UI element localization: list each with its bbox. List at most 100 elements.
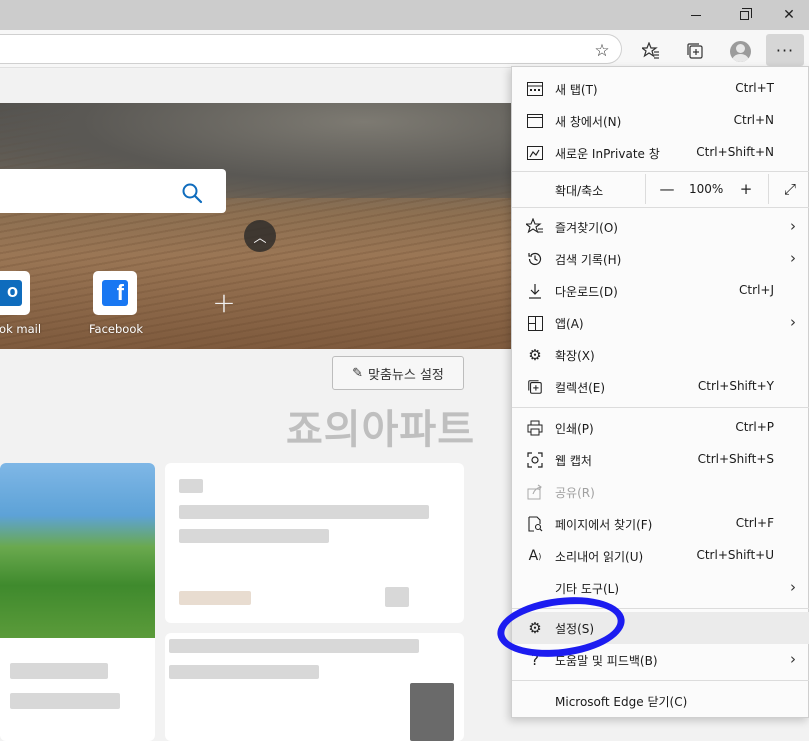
menu-item-label: 소리내어 읽기(U) [555, 550, 644, 564]
menu-item-web-capture[interactable]: 웹 캡처 Ctrl+Shift+S [512, 444, 809, 476]
menu-item-label: 검색 기록(H) [555, 253, 622, 267]
menu-item-apps[interactable]: 앱(A) › [512, 307, 809, 339]
background-image: ︿ O ook mail f Facebook + [0, 103, 520, 349]
menu-item-history[interactable]: 검색 기록(H) › [512, 243, 809, 275]
blurred-text [179, 591, 251, 605]
blurred-text [179, 529, 329, 543]
chevron-up-icon: ︿ [253, 230, 267, 246]
menu-item-label: 웹 캡처 [555, 454, 592, 468]
menu-item-downloads[interactable]: 다운로드(D) Ctrl+J [512, 275, 809, 307]
menu-divider [512, 207, 809, 208]
news-card[interactable] [165, 463, 464, 623]
read-aloud-icon: A) [528, 548, 542, 564]
menu-item-print[interactable]: 인쇄(P) Ctrl+P [512, 412, 809, 444]
menu-item-collections[interactable]: 컬렉션(E) Ctrl+Shift+Y [512, 371, 809, 403]
close-button[interactable]: ✕ [766, 0, 809, 30]
history-icon [525, 249, 545, 269]
restore-icon [739, 7, 752, 20]
menu-item-new-window[interactable]: 새 창에서(N) Ctrl+N [512, 105, 809, 137]
facebook-logo-icon: f [102, 280, 128, 306]
restore-button[interactable] [721, 0, 767, 30]
menu-item-close-edge[interactable]: Microsoft Edge 닫기(C) [512, 685, 809, 717]
menu-item-shortcut: Ctrl+Shift+U [696, 548, 774, 562]
menu-item-label: 확장(X) [555, 349, 595, 363]
menu-item-shortcut: Ctrl+Shift+Y [697, 379, 774, 393]
blurred-text [169, 639, 419, 653]
menu-item-label: Microsoft Edge 닫기(C) [555, 695, 688, 709]
blurred-image [410, 683, 454, 741]
personalize-news-label: 맞춤뉴스 설정 [368, 367, 444, 383]
menu-item-shortcut: Ctrl+T [735, 81, 774, 95]
search-icon[interactable] [181, 182, 203, 204]
printer-icon [525, 418, 545, 438]
menu-item-extensions[interactable]: ⚙ 확장(X) [512, 339, 809, 371]
zoom-divider [645, 174, 646, 204]
new-tab-icon [525, 79, 545, 99]
menu-item-read-aloud[interactable]: A) 소리내어 읽기(U) Ctrl+Shift+U [512, 540, 809, 572]
favorites-icon[interactable] [637, 38, 665, 64]
zoom-divider [768, 174, 769, 204]
pencil-icon: ✎ [352, 365, 363, 381]
menu-item-label: 새 창에서(N) [555, 115, 622, 129]
watermark: 죠의아파트 [286, 407, 475, 453]
settings-and-more-button[interactable]: ··· [766, 34, 804, 66]
favorites-list-icon [642, 42, 659, 59]
address-bar[interactable] [0, 34, 622, 64]
web-capture-icon [525, 450, 545, 470]
menu-item-inprivate-window[interactable]: 새로운 InPrivate 창 Ctrl+Shift+N [512, 137, 809, 169]
fullscreen-expand-icon: ⤢ [783, 180, 796, 198]
menu-item-label: 인쇄(P) [555, 422, 594, 436]
menu-item-label: 컬렉션(E) [555, 381, 606, 395]
chevron-right-icon: › [790, 217, 796, 235]
quick-link-facebook[interactable]: f [93, 271, 137, 315]
menu-divider [512, 407, 809, 408]
add-quick-link-icon[interactable]: + [211, 289, 237, 317]
zoom-level: 100% [689, 182, 724, 196]
avatar-icon [729, 40, 751, 62]
chevron-right-icon: › [790, 578, 796, 596]
blurred-text [169, 665, 319, 679]
menu-item-label: 기타 도구(L) [555, 582, 620, 596]
add-favorite-star-icon[interactable]: ☆ [588, 38, 616, 64]
close-icon: ✕ [783, 7, 795, 23]
fullscreen-button[interactable]: ⤢ [777, 177, 803, 201]
minimize-button[interactable] [673, 0, 719, 30]
menu-item-new-tab[interactable]: 새 탭(T) Ctrl+T [512, 73, 809, 105]
menu-item-shortcut: Ctrl+N [733, 113, 774, 127]
zoom-out-button[interactable]: — [653, 177, 681, 201]
blurred-icon [385, 587, 409, 607]
download-icon [525, 281, 545, 301]
extensions-gear-icon: ⚙ [528, 346, 542, 364]
collections-icon [525, 377, 545, 397]
menu-item-favorites[interactable]: 즐겨찾기(O) › [512, 211, 809, 243]
blurred-text [179, 505, 429, 519]
menu-item-share: 공유(R) [512, 476, 809, 508]
menu-item-label: 공유(R) [555, 486, 595, 500]
menu-item-shortcut: Ctrl+J [739, 283, 774, 297]
menu-item-shortcut: Ctrl+Shift+S [697, 452, 774, 466]
profile-avatar[interactable] [726, 38, 754, 64]
zoom-label: 확대/축소 [555, 184, 604, 198]
favorites-icon [525, 217, 545, 237]
menu-item-find-on-page[interactable]: 페이지에서 찾기(F) Ctrl+F [512, 508, 809, 540]
outlook-logo-icon: O [0, 280, 22, 306]
menu-item-shortcut: Ctrl+F [735, 516, 774, 530]
news-card[interactable] [165, 633, 464, 741]
scroll-up-button[interactable]: ︿ [244, 220, 276, 252]
news-card[interactable] [0, 463, 155, 741]
personalize-news-button[interactable]: ✎ 맞춤뉴스 설정 [332, 356, 464, 390]
quick-link-facebook-label: Facebook [89, 322, 144, 336]
chevron-right-icon: › [790, 313, 796, 331]
zoom-in-button[interactable]: + [732, 177, 760, 201]
news-card-image [0, 463, 155, 638]
collections-icon[interactable] [681, 38, 709, 64]
quick-link-outlook[interactable]: O [0, 271, 30, 315]
find-on-page-icon [525, 514, 545, 534]
chevron-right-icon: › [790, 249, 796, 267]
menu-item-label: 새 탭(T) [555, 83, 598, 97]
menu-item-label: 다운로드(D) [555, 285, 618, 299]
minimize-icon [691, 14, 701, 16]
menu-item-label: 앱(A) [555, 317, 584, 331]
new-window-icon [525, 111, 545, 131]
blurred-text [179, 479, 203, 493]
